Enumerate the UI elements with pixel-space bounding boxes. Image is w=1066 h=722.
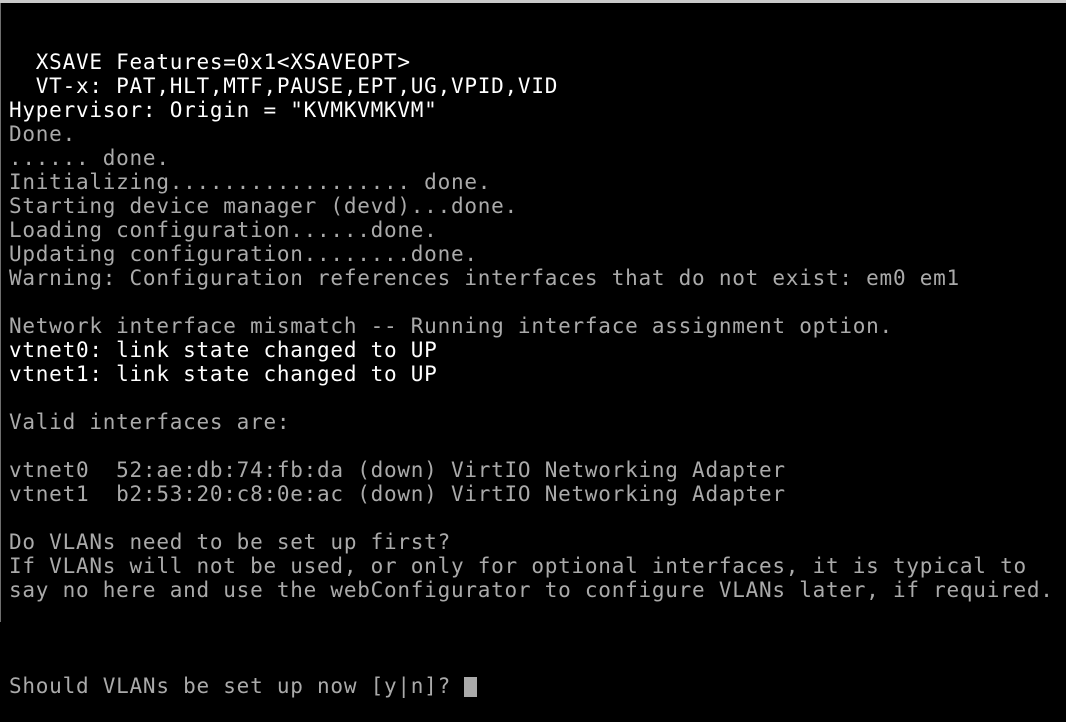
- console-line: If VLANs will not be used, or only for o…: [9, 554, 1027, 578]
- text-cursor: [464, 677, 478, 697]
- console-output[interactable]: XSAVE Features=0x1<XSAVEOPT> VT-x: PAT,H…: [9, 2, 1066, 698]
- console-line: Initializing.................. done.: [9, 170, 492, 194]
- vlan-prompt-line[interactable]: Should VLANs be set up now [y|n]?: [9, 674, 1066, 698]
- console-line: vtnet1 b2:53:20:c8:0e:ac (down) VirtIO N…: [9, 482, 786, 506]
- console-line: ...... done.: [9, 146, 170, 170]
- console-line: vtnet0 52:ae:db:74:fb:da (down) VirtIO N…: [9, 458, 786, 482]
- console-line: VT-x: PAT,HLT,MTF,PAUSE,EPT,UG,VPID,VID: [9, 74, 559, 98]
- console-line: Updating configuration........done.: [9, 242, 478, 266]
- console-line: vtnet1: link state changed to UP: [9, 362, 438, 386]
- console-line: Starting device manager (devd)...done.: [9, 194, 518, 218]
- console-line: say no here and use the webConfigurator …: [9, 578, 1054, 602]
- console-lines: XSAVE Features=0x1<XSAVEOPT> VT-x: PAT,H…: [9, 50, 1066, 626]
- vlan-prompt-text: Should VLANs be set up now [y|n]?: [9, 674, 465, 698]
- window-left-border: [0, 3, 1, 622]
- console-line: Valid interfaces are:: [9, 410, 291, 434]
- console-line: Do VLANs need to be set up first?: [9, 530, 451, 554]
- console-line: Network interface mismatch -- Running in…: [9, 314, 893, 338]
- console-line: vtnet0: link state changed to UP: [9, 338, 438, 362]
- console-line: Done.: [9, 122, 76, 146]
- console-line: Warning: Configuration references interf…: [9, 266, 960, 290]
- console-line: Hypervisor: Origin = "KVMKVMKVM": [9, 98, 438, 122]
- console-line: XSAVE Features=0x1<XSAVEOPT>: [9, 50, 411, 74]
- console-line: Loading configuration......done.: [9, 218, 438, 242]
